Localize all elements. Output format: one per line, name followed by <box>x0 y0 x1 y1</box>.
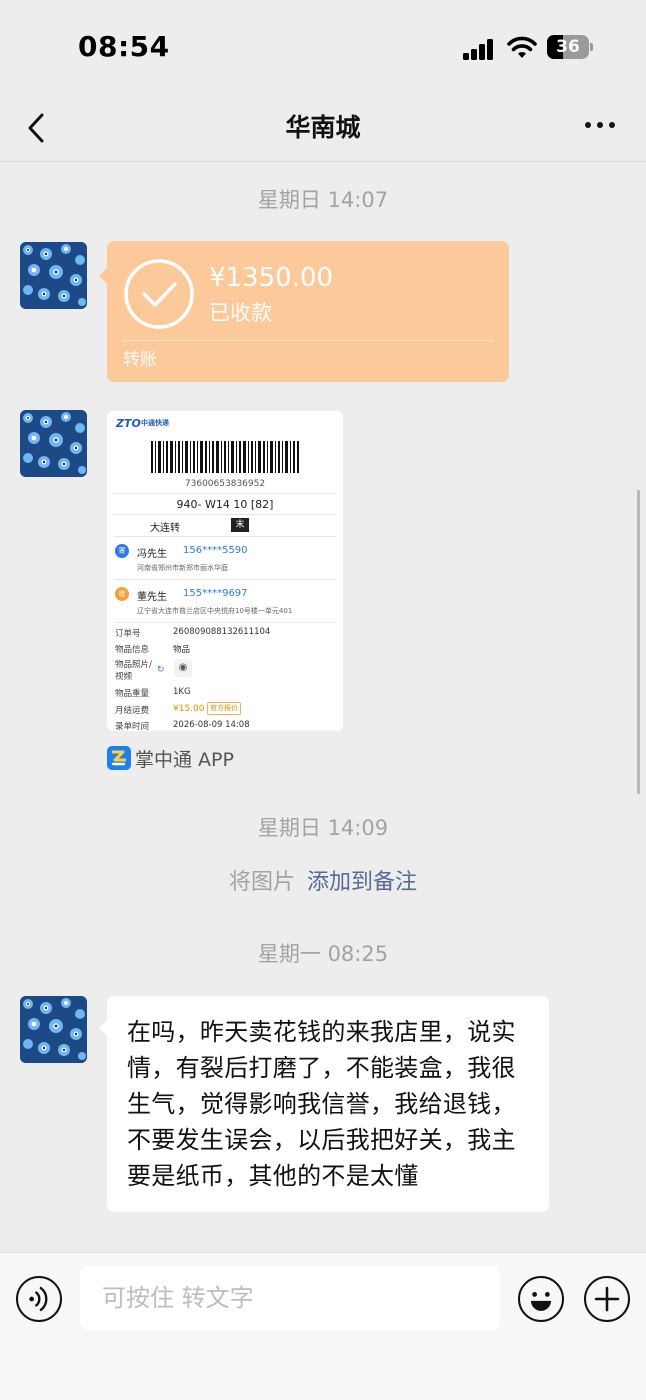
receiver-name: 董先生 <box>137 592 167 603</box>
sort-tag: 末 <box>231 518 249 532</box>
battery-icon: 36 <box>547 35 589 59</box>
field-value: 物品 <box>173 645 191 655</box>
camera-icon: ◉ <box>174 659 192 677</box>
sender-address: 河南省郑州市新郑市丽水华庭 <box>137 564 228 572</box>
field-key: 录单时间 <box>115 722 150 731</box>
message-input[interactable] <box>80 1266 500 1330</box>
field-key: 订单号 <box>115 629 141 639</box>
transfer-status: 已收款 <box>209 301 272 325</box>
cellular-signal-icon <box>463 38 495 60</box>
field-value: 2608090881326111​04 <box>173 627 271 637</box>
status-bar: 08:54 36 <box>0 0 646 96</box>
plus-icon[interactable] <box>584 1276 630 1322</box>
divider <box>114 536 336 537</box>
freight-fee: ¥15.00 <box>173 704 205 714</box>
sender-pin-icon: 寄 <box>115 544 129 558</box>
divider <box>114 579 336 580</box>
barcode-icon <box>151 441 299 473</box>
divider <box>114 493 336 494</box>
chat-title: 华南城 <box>285 113 361 142</box>
battery-level: 36 <box>556 37 580 57</box>
system-note-text: 将图片 <box>228 870 295 895</box>
transfer-card[interactable]: ¥1350.00 已收款 转账 <box>99 241 509 382</box>
field-key: 物品照片/视频 <box>115 660 152 682</box>
source-app-name: 掌中通 APP <box>135 749 234 771</box>
battery-tip <box>590 43 593 51</box>
check-circle-icon <box>124 259 194 329</box>
refresh-icon: ↻ <box>157 665 165 675</box>
transfer-amount: ¥1350.00 <box>209 263 334 293</box>
field-key: 物品重量 <box>115 689 150 699</box>
avatar[interactable] <box>20 410 87 477</box>
add-to-remark-link[interactable]: 添加到备注 <box>307 870 417 895</box>
field-value: 2026-08-09 14:08 <box>173 720 250 730</box>
message-bubble[interactable]: 在吗，昨天卖花钱的来我店里，说实情，有裂后打磨了，不能装盒，我很生气，觉得影响我… <box>99 996 549 1212</box>
avatar[interactable] <box>20 242 87 309</box>
zto-logo: ZTO <box>116 417 141 430</box>
divider <box>123 340 493 341</box>
tracking-number: 73600653836952 <box>184 479 266 489</box>
divider <box>114 514 336 515</box>
waybill-image[interactable]: ZTO 中通快递 73600653836952 940- W14 10 [82]… <box>107 411 343 731</box>
receiver-pin-icon: 收 <box>115 587 129 601</box>
voice-icon[interactable] <box>16 1276 62 1322</box>
more-dots-icon[interactable] <box>578 114 622 136</box>
sender-phone: 156****5590 <box>183 545 248 556</box>
field-key: 物品信息 <box>115 645 150 655</box>
sender-name: 冯先生 <box>137 549 167 560</box>
message-timestamp: 星期日 14:09 <box>257 816 389 840</box>
emoji-icon[interactable] <box>518 1276 564 1322</box>
sort-center: 大连转 <box>150 523 180 534</box>
system-note: 将图片 添加到备注 <box>0 864 646 896</box>
status-time: 08:54 <box>78 30 170 63</box>
field-key: 月结运费 <box>115 706 150 716</box>
transfer-label: 转账 <box>123 350 157 370</box>
chat-header: 华南城 <box>0 96 646 162</box>
fee-badge: 官方报价 <box>207 702 241 715</box>
receiver-phone: 155****9697 <box>183 588 248 599</box>
zto-logo-text: 中通快递 <box>141 419 169 427</box>
receiver-address: 辽宁省大连市普兰店区中央悦府10号楼一单元401 <box>137 607 293 615</box>
divider <box>114 622 336 623</box>
message-timestamp: 星期日 14:07 <box>257 188 389 212</box>
zto-app-icon <box>107 746 131 770</box>
message-timestamp: 星期一 08:25 <box>257 942 389 966</box>
route-code: 940- W14 10 [82] <box>176 498 274 511</box>
chat-input-bar <box>0 1252 646 1400</box>
scrollbar[interactable] <box>637 490 640 794</box>
wifi-icon <box>507 36 537 58</box>
avatar[interactable] <box>20 996 87 1063</box>
field-value: 1KG <box>173 687 191 697</box>
